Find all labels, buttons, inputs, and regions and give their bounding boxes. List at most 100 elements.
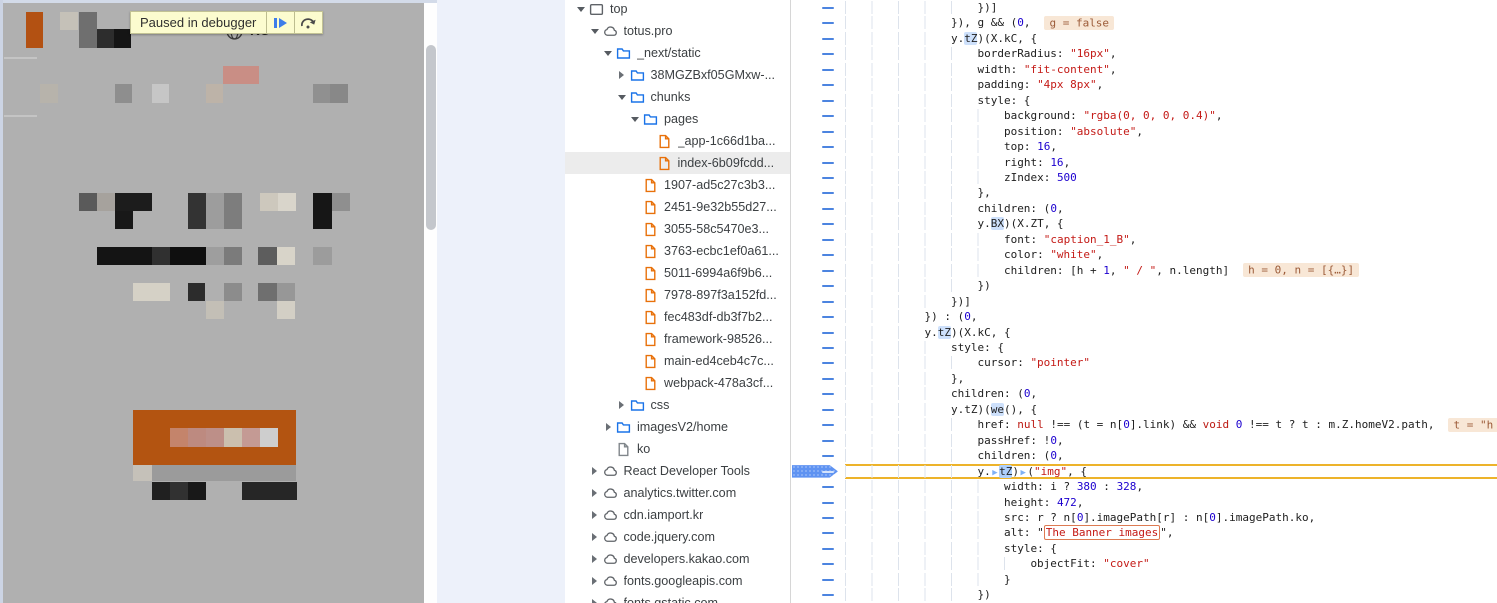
page-scrollbar-thumb[interactable] <box>426 45 436 230</box>
fold-marker[interactable] <box>822 146 834 148</box>
code-line-text[interactable]: passHref: !0, <box>845 433 1497 448</box>
chevron-down-icon[interactable] <box>602 51 614 56</box>
code-line-text[interactable]: padding: "4px 8px", <box>845 77 1497 92</box>
code-line-text[interactable]: })] <box>845 0 1497 15</box>
code-line-text[interactable]: borderRadius: "16px", <box>845 46 1497 61</box>
tree-item-_app-1c66d1ba-[interactable]: _app-1c66d1ba... <box>565 130 790 152</box>
code-line-text[interactable]: children: [h + 1, " / ", n.length]h = 0,… <box>845 263 1497 278</box>
chevron-down-icon[interactable] <box>575 7 587 12</box>
code-line-text[interactable]: y.tZ)(X.kC, { <box>845 325 1497 340</box>
breakpoint-gutter[interactable] <box>791 386 845 401</box>
breakpoint-gutter[interactable] <box>791 139 845 154</box>
breakpoint-gutter[interactable] <box>791 46 845 61</box>
breakpoint-gutter[interactable] <box>791 124 845 139</box>
code-line-text[interactable]: style: { <box>845 340 1497 355</box>
breakpoint-gutter[interactable] <box>791 170 845 185</box>
fold-marker[interactable] <box>822 115 834 117</box>
breakpoint-gutter[interactable] <box>791 155 845 170</box>
chevron-right-icon[interactable] <box>589 599 601 603</box>
chevron-down-icon[interactable] <box>589 29 601 34</box>
tree-item-css[interactable]: css <box>565 394 790 416</box>
fold-marker[interactable] <box>822 517 834 519</box>
tree-item-code-jquery-com[interactable]: code.jquery.com <box>565 526 790 548</box>
tree-item-ko[interactable]: ko <box>565 438 790 460</box>
code-line-text[interactable]: objectFit: "cover" <box>845 556 1497 571</box>
fold-marker[interactable] <box>822 594 834 596</box>
fold-marker[interactable] <box>822 486 834 488</box>
chevron-right-icon[interactable] <box>589 555 601 563</box>
breakpoint-gutter[interactable] <box>791 556 845 571</box>
tree-item-_next-static[interactable]: _next/static <box>565 42 790 64</box>
breakpoint-gutter[interactable] <box>791 278 845 293</box>
fold-marker[interactable] <box>822 332 834 334</box>
breakpoint-gutter[interactable] <box>791 464 845 479</box>
breakpoint-gutter[interactable] <box>791 541 845 556</box>
breakpoint-gutter[interactable] <box>791 185 845 200</box>
chevron-right-icon[interactable] <box>589 467 601 475</box>
breakpoint-gutter[interactable] <box>791 572 845 587</box>
tree-item-index-6b09fcdd-[interactable]: index-6b09fcdd... <box>565 152 790 174</box>
fold-marker[interactable] <box>822 548 834 550</box>
code-line-text[interactable]: width: "fit-content", <box>845 62 1497 77</box>
tree-item-analytics-twitter-com[interactable]: analytics.twitter.com <box>565 482 790 504</box>
chevron-down-icon[interactable] <box>616 95 628 100</box>
code-line-text[interactable]: }) <box>845 587 1497 602</box>
code-line-text[interactable]: }) <box>845 278 1497 293</box>
code-line-text[interactable]: src: r ? n[0].imagePath[r] : n[0].imageP… <box>845 510 1497 525</box>
fold-marker[interactable] <box>822 192 834 194</box>
code-line-text[interactable]: y.tZ)(we(), { <box>845 402 1497 417</box>
tree-item-framework-98526-[interactable]: framework-98526... <box>565 328 790 350</box>
tree-item-developers-kakao-com[interactable]: developers.kakao.com <box>565 548 790 570</box>
breakpoint-gutter[interactable] <box>791 108 845 123</box>
breakpoint-gutter[interactable] <box>791 325 845 340</box>
tree-item-2451-9e32b55d27-[interactable]: 2451-9e32b55d27... <box>565 196 790 218</box>
code-line-text[interactable]: children: (0, <box>845 448 1497 463</box>
fold-marker[interactable] <box>822 563 834 565</box>
breakpoint-gutter[interactable] <box>791 309 845 324</box>
fold-marker[interactable] <box>822 393 834 395</box>
code-line-text[interactable]: y.▶tZ)▶("img", { <box>845 464 1497 479</box>
tree-item-top[interactable]: top <box>565 0 790 20</box>
fold-marker[interactable] <box>822 502 834 504</box>
chevron-down-icon[interactable] <box>629 117 641 122</box>
fold-marker[interactable] <box>822 208 834 210</box>
breakpoint-gutter[interactable] <box>791 201 845 216</box>
fold-marker[interactable] <box>822 362 834 364</box>
breakpoint-gutter[interactable] <box>791 479 845 494</box>
breakpoint-gutter[interactable] <box>791 433 845 448</box>
code-line-text[interactable]: top: 16, <box>845 139 1497 154</box>
fold-marker[interactable] <box>822 579 834 581</box>
fold-marker[interactable] <box>822 532 834 534</box>
tree-item-chunks[interactable]: chunks <box>565 86 790 108</box>
breakpoint-gutter[interactable] <box>791 525 845 540</box>
fold-marker[interactable] <box>822 131 834 133</box>
fold-marker[interactable] <box>822 316 834 318</box>
chevron-right-icon[interactable] <box>616 71 628 79</box>
code-line-text[interactable]: zIndex: 500 <box>845 170 1497 185</box>
breakpoint-gutter[interactable] <box>791 0 845 15</box>
fold-marker[interactable] <box>822 100 834 102</box>
fold-marker[interactable] <box>822 53 834 55</box>
code-line-text[interactable]: alt: "The Banner images", <box>845 525 1497 540</box>
code-line-text[interactable]: style: { <box>845 93 1497 108</box>
breakpoint-gutter[interactable] <box>791 15 845 30</box>
breakpoint-gutter[interactable] <box>791 62 845 77</box>
breakpoint-gutter[interactable] <box>791 216 845 231</box>
fold-marker[interactable] <box>822 38 834 40</box>
fold-marker[interactable] <box>822 378 834 380</box>
code-line-text[interactable]: }, <box>845 371 1497 386</box>
fold-marker[interactable] <box>822 239 834 241</box>
tree-item-3763-ecbc1ef0a61-[interactable]: 3763-ecbc1ef0a61... <box>565 240 790 262</box>
breakpoint-gutter[interactable] <box>791 402 845 417</box>
chevron-right-icon[interactable] <box>602 423 614 431</box>
step-over-button[interactable] <box>295 12 322 33</box>
tree-item-cdn-iamport-kr[interactable]: cdn.iamport.kr <box>565 504 790 526</box>
code-line-text[interactable]: }, <box>845 185 1497 200</box>
code-line-text[interactable]: cursor: "pointer" <box>845 355 1497 370</box>
code-line-text[interactable]: y.tZ)(X.kC, { <box>845 31 1497 46</box>
code-line-text[interactable]: }) : (0, <box>845 309 1497 324</box>
breakpoint-gutter[interactable] <box>791 232 845 247</box>
breakpoint-gutter[interactable] <box>791 510 845 525</box>
fold-marker[interactable] <box>822 347 834 349</box>
code-line-text[interactable]: })] <box>845 294 1497 309</box>
